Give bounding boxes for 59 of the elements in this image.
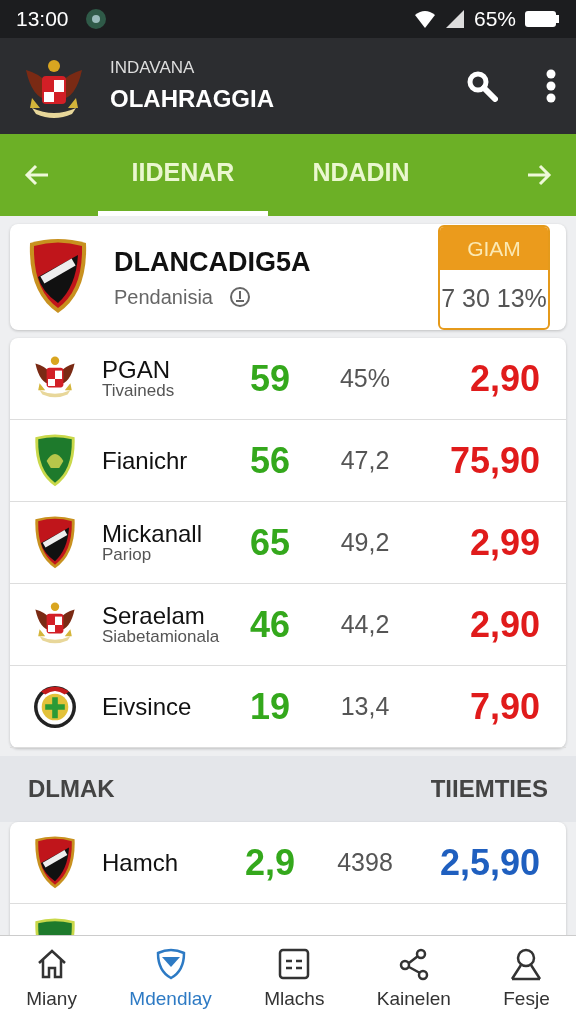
shield-icon — [32, 834, 78, 891]
nav-tab[interactable]: Mlachs — [258, 945, 331, 1015]
search-icon[interactable] — [466, 70, 498, 102]
team-subtitle: Pariop — [102, 546, 153, 564]
team-score: 2,9 — [243, 840, 296, 885]
nav-tab[interactable]: Fesje — [497, 945, 556, 1015]
team-percent: 13,4 — [339, 690, 391, 722]
team-row[interactable]: Fianichr 56 47,2 75,90 — [10, 420, 566, 502]
person-icon — [509, 946, 544, 981]
team-name: Eivsince — [102, 693, 193, 720]
team-subtitle: Pendanisia — [114, 285, 213, 311]
info-icon — [228, 286, 251, 309]
team-odds: 2,90 — [468, 602, 540, 647]
team-odds: 75,90 — [448, 438, 540, 483]
team-row[interactable]: Eivsince 19 13,4 7,90 — [10, 666, 566, 748]
app-notification-icon — [84, 8, 107, 30]
nav-tab[interactable]: Mdendlay — [123, 945, 218, 1015]
team-name: Hamch — [102, 849, 180, 876]
team-percent: 4398 — [336, 846, 394, 878]
nav-tab[interactable]: Miany — [20, 945, 83, 1015]
team-percent: 44,2 — [339, 608, 391, 640]
team-name: PGAN — [102, 357, 171, 383]
team-row[interactable]: Seraelam Siabetamionala 46 44,2 2,90 — [10, 584, 566, 666]
score-box-title: GIAM — [440, 226, 548, 270]
nav-tab[interactable]: Kainelen — [370, 945, 457, 1015]
battery-percent: 65% — [473, 6, 516, 33]
wifi-icon — [413, 9, 436, 29]
team-subtitle: Tivaineds — [102, 382, 176, 400]
team-odds: 2,5,90 — [438, 840, 540, 885]
team-odds: 2,90 — [468, 356, 540, 401]
team-row[interactable]: Mickanall Pariop 65 49,2 2,99 — [10, 502, 566, 584]
team-score: 59 — [248, 356, 291, 401]
app-title: OLAHRAGGIA — [110, 83, 274, 114]
team-percent: 49,2 — [339, 526, 391, 558]
team-name: Fianichr — [102, 447, 189, 474]
team-percent: 47,2 — [339, 444, 391, 476]
team-row[interactable]: PGAN Tivaineds 59 45% 2,90 — [10, 338, 566, 420]
shield-icon — [32, 514, 78, 571]
team-name: Mickanall — [102, 521, 204, 547]
more-menu-icon[interactable] — [546, 69, 556, 103]
section-label: TIIEMTIES — [430, 774, 548, 804]
section-title: DLMAK — [28, 774, 115, 804]
app-subtitle: INDAVANA — [110, 57, 196, 80]
team-score: 19 — [248, 684, 291, 729]
team-subtitle: Siabetamionala — [102, 628, 221, 646]
team-name: Seraelam — [102, 603, 206, 629]
team-title: DLANCADIG5A — [114, 245, 311, 279]
list-icon — [277, 946, 312, 981]
team-score: 56 — [248, 438, 291, 483]
score-box-value: 7 30 13% — [440, 283, 548, 314]
clock: 13:00 — [16, 6, 69, 33]
shield-icon — [32, 432, 78, 489]
team-odds: 2,99 — [468, 520, 540, 565]
battery-icon — [524, 10, 560, 28]
team-score: 46 — [248, 602, 291, 647]
featured-card[interactable]: DLANCADIG5A Pendanisia GIAM 7 30 13% — [10, 224, 566, 330]
team-score: 65 — [248, 520, 291, 565]
team-odds: 7,90 — [468, 684, 540, 729]
team-percent: 45% — [338, 362, 391, 394]
